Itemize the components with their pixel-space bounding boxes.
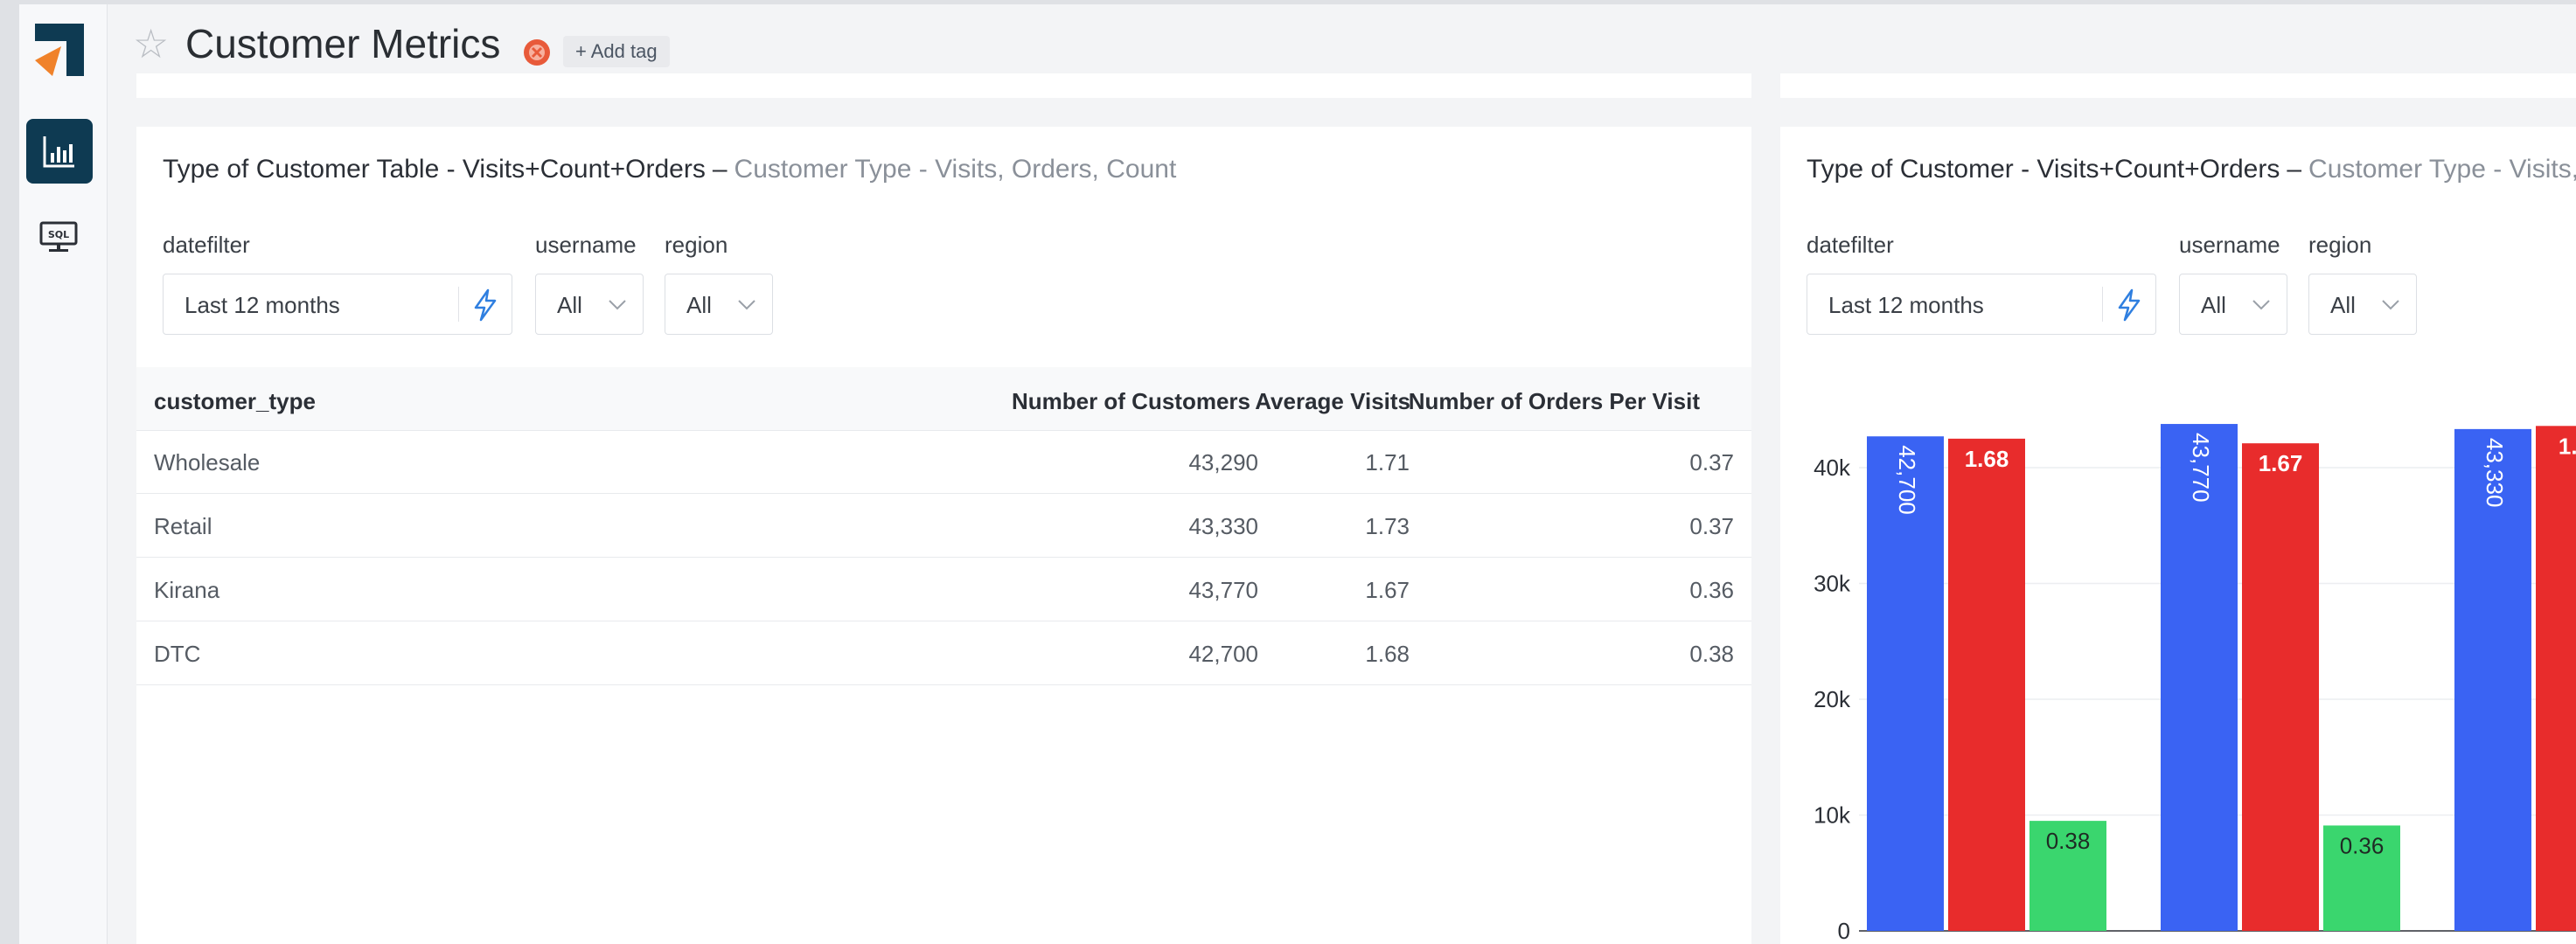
nav-sql-lab[interactable]: SQL [38,220,79,258]
cell-orders-per-visit: 0.37 [1689,513,1734,539]
datefilter-value: Last 12 months [184,292,340,318]
bar-chart-card: Type of Customer - Visits+Count+Orders – C… [1780,127,2576,944]
previous-card-bottom [136,73,1751,98]
cell-orders-per-visit: 0.36 [1689,577,1734,603]
app-logo[interactable] [31,22,86,80]
datefilter-select[interactable]: Last 12 months [163,274,512,335]
bar [2536,426,2576,931]
data-label: 1.7 [2559,433,2576,459]
username-label: username [535,232,637,258]
data-label: 1.68 [1965,446,2009,472]
cell-customers: 43,330 [1188,513,1258,539]
chevron-down-icon [608,299,627,316]
username-select[interactable]: All [535,274,644,335]
data-label: 0.36 [2340,832,2385,858]
cell-customer-type: Wholesale [154,449,261,475]
add-tag-button[interactable]: + Add tag [563,36,670,67]
bar [1948,438,2025,931]
data-label: 42,700 [1894,445,1920,515]
nav-dashboards[interactable] [26,119,93,184]
cell-customer-type: Kirana [154,577,220,603]
region-label: region [665,232,728,258]
cell-avg-visits: 1.71 [1365,449,1410,475]
certified-icon [522,38,552,67]
cell-customer-type: Retail [154,513,212,539]
cell-customers: 43,770 [1188,577,1258,603]
column-header[interactable]: customer_type [154,388,316,415]
cell-avg-visits: 1.67 [1365,577,1410,603]
table-chart-card: Type of Customer Table - Visits+Count+Or… [136,127,1751,944]
table-row: Retail 43,330 1.73 0.37 [136,494,1751,558]
region-value: All [686,292,712,318]
y-tick-label: 10k [1814,802,1851,829]
cell-customers: 43,290 [1188,449,1258,475]
username-value: All [557,292,582,318]
card-subtitle: Customer Type - Visits, Orders, Count [734,155,1177,184]
y-tick-label: 40k [1814,455,1851,481]
window-frame-left [0,0,19,944]
y-tick-label: 0 [1838,918,1850,944]
table-header: customer_type Number of Customers Averag… [136,367,1751,431]
sidebar: SQL [19,4,108,944]
cell-orders-per-visit: 0.38 [1689,641,1734,667]
datefilter-label: datefilter [163,232,250,258]
cell-avg-visits: 1.68 [1365,641,1410,667]
data-label: 43,330 [2482,438,2508,508]
data-label: 0.38 [2046,828,2091,854]
data-label: 43,770 [2188,433,2214,503]
grouped-bar-chart: 0 10k 20k 30k 40k 42,700 1.68 0.38 43,770 1.67 0.3… [1814,424,2576,944]
cell-orders-per-visit: 0.37 [1689,449,1734,475]
cell-avg-visits: 1.73 [1365,513,1410,539]
dashboard-title: Customer Metrics [185,21,501,66]
y-tick-label: 30k [1814,571,1851,597]
card-title-text: Type of Customer Table - Visits+Count+Or… [163,155,706,184]
lightning-bolt-icon[interactable] [470,288,500,326]
title-separator: – [712,155,728,184]
previous-card-bottom [1780,73,2576,98]
table-row: DTC 42,700 1.68 0.38 [136,621,1751,685]
table-row: Wholesale 43,290 1.71 0.37 [136,430,1751,494]
cell-customer-type: DTC [154,641,201,667]
column-header[interactable]: Number of Customers [1012,388,1250,415]
column-header[interactable]: Number of Orders Per Visit [1409,388,1700,415]
table-row: Kirana 43,770 1.67 0.36 [136,558,1751,621]
star-icon[interactable]: ☆ [133,24,169,64]
cell-customers: 42,700 [1188,641,1258,667]
svg-text:SQL: SQL [48,229,69,240]
column-header[interactable]: Average Visits [1255,388,1410,415]
region-select[interactable]: All [665,274,773,335]
data-label: 1.67 [2259,450,2303,476]
sql-monitor-icon: SQL [39,221,78,252]
chevron-down-icon [737,299,756,316]
divider [458,287,459,322]
bar [2242,443,2319,931]
bar-chart-icon [43,136,74,168]
card-title: Type of Customer Table - Visits+Count+Or… [163,154,1176,185]
y-tick-label: 20k [1814,686,1851,712]
